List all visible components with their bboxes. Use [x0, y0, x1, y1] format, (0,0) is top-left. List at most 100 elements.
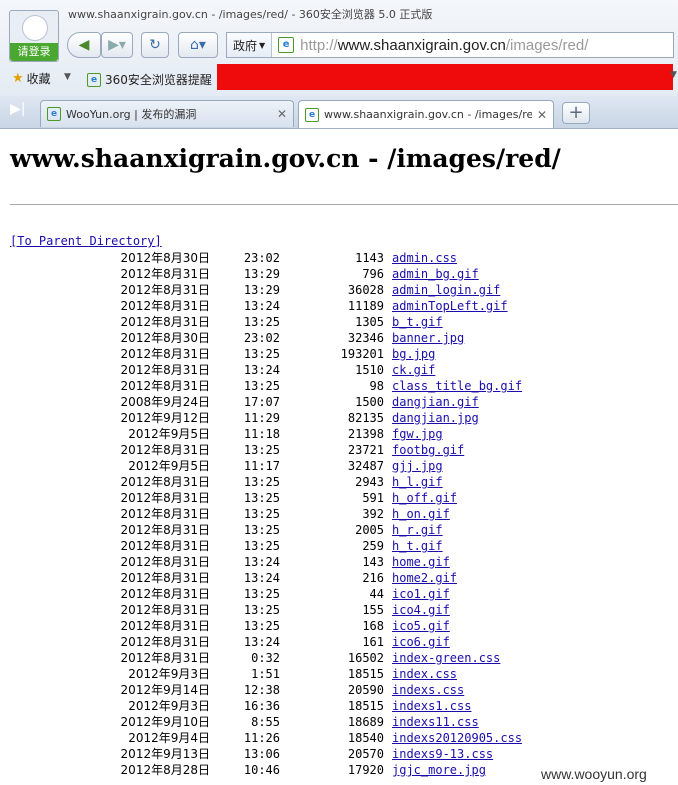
file-time: 1:51 [251, 667, 280, 681]
file-link[interactable]: class_title_bg.gif [392, 378, 522, 394]
new-tab-button[interactable]: + [562, 102, 590, 124]
favorites-dropdown-icon[interactable]: ▼ [64, 72, 71, 82]
address-zone-label: 政府 [233, 38, 258, 53]
tab-label: www.shaanxigrain.gov.cn - /images/red/ [324, 108, 532, 121]
file-row: 2012年8月31日 13:25 2943 h_l.gif [0, 474, 678, 490]
file-row: 2012年8月31日 13:25 44 ico1.gif [0, 586, 678, 602]
back-arrow-icon: ◀ [78, 37, 90, 53]
file-size: 16502 [347, 651, 384, 665]
file-link[interactable]: dangjian.jpg [392, 410, 479, 426]
tab-directory-listing[interactable]: e www.shaanxigrain.gov.cn - /images/red/… [298, 100, 554, 128]
file-link[interactable]: dangjian.gif [392, 394, 479, 410]
file-row: 2012年8月31日 13:25 155 ico4.gif [0, 602, 678, 618]
file-row: 2012年8月31日 13:24 11189 adminTopLeft.gif [0, 298, 678, 314]
file-row: 2012年8月31日 13:25 259 h_t.gif [0, 538, 678, 554]
file-link[interactable]: h_off.gif [392, 490, 457, 506]
file-link[interactable]: banner.jpg [392, 330, 464, 346]
file-row: 2012年8月31日 0:32 16502 index-green.css [0, 650, 678, 666]
page-icon: e [305, 107, 319, 122]
file-time: 23:02 [243, 331, 280, 345]
file-date: 2012年8月31日 [120, 587, 210, 601]
file-date: 2012年8月31日 [120, 363, 210, 377]
file-link[interactable]: indexs1.css [392, 698, 471, 714]
file-link[interactable]: indexs9-13.css [392, 746, 493, 762]
file-link[interactable]: adminTopLeft.gif [392, 298, 508, 314]
file-date: 2012年8月31日 [120, 507, 210, 521]
file-link[interactable]: indexs.css [392, 682, 464, 698]
file-date: 2012年8月30日 [120, 251, 210, 265]
file-link[interactable]: admin.css [392, 250, 457, 266]
page-icon: e [278, 37, 295, 53]
file-time: 13:25 [243, 443, 280, 457]
file-row: 2012年9月13日 13:06 20570 indexs9-13.css [0, 746, 678, 762]
refresh-button[interactable]: ↻ [141, 32, 169, 58]
file-link[interactable]: index-green.css [392, 650, 500, 666]
file-time: 13:24 [243, 299, 280, 313]
close-icon[interactable]: ✕ [277, 107, 287, 121]
address-bar[interactable]: 政府 ▼ e http://www.shaanxigrain.gov.cn/im… [226, 32, 674, 58]
address-url[interactable]: http://www.shaanxigrain.gov.cn/images/re… [300, 37, 588, 54]
redaction-block [217, 64, 673, 90]
bookmark-item[interactable]: e 360安全浏览器提醒 [87, 71, 212, 88]
file-time: 13:25 [243, 587, 280, 601]
file-date: 2012年8月31日 [120, 379, 210, 393]
file-link[interactable]: home.gif [392, 554, 450, 570]
file-link[interactable]: ico6.gif [392, 634, 450, 650]
address-zone-dropdown[interactable]: 政府 ▼ [227, 33, 273, 57]
favorites-button[interactable]: ★ 收藏 [12, 70, 51, 87]
file-time: 13:29 [243, 283, 280, 297]
file-link[interactable]: fgw.jpg [392, 426, 443, 442]
refresh-icon: ↻ [149, 37, 161, 53]
file-link[interactable]: admin_login.gif [392, 282, 500, 298]
file-time: 13:25 [243, 379, 280, 393]
file-row: 2012年8月31日 13:25 392 h_on.gif [0, 506, 678, 522]
file-time: 13:25 [243, 475, 280, 489]
file-link[interactable]: ico4.gif [392, 602, 450, 618]
file-date: 2012年9月5日 [128, 459, 210, 473]
file-link[interactable]: admin_bg.gif [392, 266, 479, 282]
file-link[interactable]: ck.gif [392, 362, 435, 378]
file-link[interactable]: h_t.gif [392, 538, 443, 554]
login-button[interactable]: 请登录 [10, 43, 58, 61]
browser-chrome: 请登录 www.shaanxigrain.gov.cn - /images/re… [0, 0, 678, 129]
file-link[interactable]: b_t.gif [392, 314, 443, 330]
file-date: 2012年8月31日 [120, 571, 210, 585]
file-row: 2012年9月5日 11:18 21398 fgw.jpg [0, 426, 678, 442]
file-row: 2012年8月31日 13:24 216 home2.gif [0, 570, 678, 586]
file-size: 2943 [355, 475, 384, 489]
file-link[interactable]: gjj.jpg [392, 458, 443, 474]
file-link[interactable]: h_on.gif [392, 506, 450, 522]
file-date: 2012年8月30日 [120, 331, 210, 345]
file-link[interactable]: index.css [392, 666, 457, 682]
parent-directory-link[interactable]: [To Parent Directory] [10, 234, 162, 248]
file-time: 12:38 [243, 683, 280, 697]
file-date: 2012年8月31日 [120, 443, 210, 457]
file-link[interactable]: indexs20120905.css [392, 730, 522, 746]
home-button[interactable]: ⌂▾ [178, 32, 218, 58]
close-icon[interactable]: ✕ [537, 108, 547, 122]
file-link[interactable]: home2.gif [392, 570, 457, 586]
page-title: www.shaanxigrain.gov.cn - /images/red/ [10, 144, 561, 173]
file-link[interactable]: ico1.gif [392, 586, 450, 602]
forward-button[interactable]: ▶▾ [101, 32, 133, 58]
plus-icon: + [568, 102, 584, 123]
sidebar-toggle-icon[interactable]: ▶| [10, 101, 28, 117]
file-date: 2012年9月4日 [128, 731, 210, 745]
file-date: 2012年8月31日 [120, 475, 210, 489]
file-size: 2005 [355, 523, 384, 537]
file-link[interactable]: bg.jpg [392, 346, 435, 362]
file-size: 161 [362, 635, 384, 649]
tab-wooyun[interactable]: e WooYun.org | 发布的漏洞 ✕ [40, 100, 294, 127]
file-link[interactable]: h_r.gif [392, 522, 443, 538]
file-link[interactable]: ico5.gif [392, 618, 450, 634]
file-row: 2012年9月14日 12:38 20590 indexs.css [0, 682, 678, 698]
file-link[interactable]: jgjc_more.jpg [392, 762, 486, 778]
more-bookmarks-icon[interactable]: ▼ [670, 70, 677, 80]
file-link[interactable]: footbg.gif [392, 442, 464, 458]
file-size: 18515 [347, 667, 384, 681]
file-row: 2012年9月4日 11:26 18540 indexs20120905.css [0, 730, 678, 746]
file-link[interactable]: h_l.gif [392, 474, 443, 490]
file-link[interactable]: indexs11.css [392, 714, 479, 730]
back-button[interactable]: ◀ [67, 32, 101, 58]
user-avatar[interactable]: 请登录 [9, 10, 59, 62]
